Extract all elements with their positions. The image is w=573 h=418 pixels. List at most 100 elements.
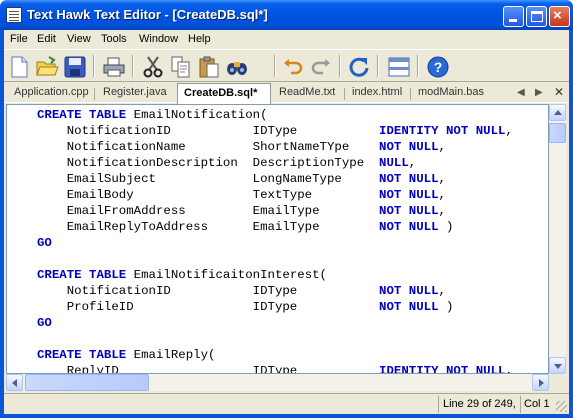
- code-keyword: NOT NULL: [379, 220, 439, 234]
- minimize-button[interactable]: [503, 6, 524, 27]
- tab-register-java[interactable]: Register.java: [103, 86, 167, 103]
- arrow-right-icon: [539, 379, 544, 387]
- app-icon[interactable]: [6, 7, 22, 23]
- close-icon: ×: [553, 7, 562, 24]
- code-text: NotificationID IDType: [37, 284, 380, 298]
- help-button[interactable]: ?: [425, 54, 451, 79]
- toolbar-separator: [93, 55, 95, 77]
- split-view-button[interactable]: [386, 54, 412, 79]
- code-text: ReplyID IDType: [37, 364, 380, 374]
- tab-readme-txt[interactable]: ReadMe.txt: [279, 86, 335, 103]
- resize-grip-icon[interactable]: [556, 401, 567, 412]
- code-editor[interactable]: CREATE TABLE EmailNotification( Notifica…: [6, 104, 549, 374]
- svg-text:?: ?: [434, 59, 443, 75]
- undo-icon: [284, 59, 303, 75]
- maximize-icon: [531, 11, 543, 22]
- scroll-left-button[interactable]: [6, 374, 23, 391]
- menu-file[interactable]: File: [10, 33, 28, 45]
- code-keyword: NOT NULL: [379, 204, 439, 218]
- menu-help[interactable]: Help: [188, 33, 211, 45]
- code-keyword: NULL: [379, 156, 409, 170]
- tab-scroll-right-icon[interactable]: ▶: [535, 87, 543, 98]
- menu-edit[interactable]: Edit: [37, 33, 56, 45]
- code-text: EmailBody TextType: [37, 188, 380, 202]
- code-line: GO: [37, 235, 52, 251]
- vertical-scroll-thumb[interactable]: [549, 123, 566, 143]
- redo-icon: [311, 59, 330, 75]
- paste-button[interactable]: [196, 54, 222, 79]
- horizontal-scrollbar[interactable]: [6, 374, 549, 391]
- code-line: ReplyID IDType IDENTITY NOT NULL,: [37, 363, 513, 374]
- scroll-up-button[interactable]: [549, 104, 566, 121]
- code-line: NotificationDescription DescriptionType …: [37, 155, 417, 171]
- tab-application-cpp[interactable]: Application.cpp: [14, 86, 89, 103]
- window-title: Text Hawk Text Editor - [CreateDB.sql*]: [27, 7, 268, 22]
- scroll-right-button[interactable]: [532, 374, 549, 391]
- status-pane-position: Line 29 of 249,: [438, 396, 520, 413]
- tab-divider: [344, 88, 345, 100]
- code-keyword: NOT NULL: [379, 188, 439, 202]
- refresh-button[interactable]: [346, 54, 372, 79]
- code-keyword: NOT NULL: [379, 284, 439, 298]
- code-text: EmailFromAddress EmailType: [37, 204, 380, 218]
- undo-button[interactable]: [280, 54, 306, 79]
- scroll-down-button[interactable]: [549, 357, 566, 374]
- code-text: EmailNotificaitonInterest(: [126, 268, 327, 282]
- tab-modmain-bas[interactable]: modMain.bas: [418, 86, 484, 103]
- code-text: NotificationDescription DescriptionType: [37, 156, 380, 170]
- refresh-icon: [349, 57, 369, 77]
- menu-tools[interactable]: Tools: [101, 33, 127, 45]
- tab-index-html[interactable]: index.html: [352, 86, 402, 103]
- code-keyword: NOT NULL: [379, 300, 439, 314]
- find-button[interactable]: [224, 54, 250, 79]
- maximize-button[interactable]: [526, 6, 547, 27]
- vertical-scrollbar[interactable]: [549, 104, 566, 374]
- code-text: ,: [505, 124, 513, 138]
- code-keyword: NOT NULL: [379, 172, 439, 186]
- toolbar-separator: [274, 55, 276, 77]
- horizontal-scroll-thumb[interactable]: [25, 374, 149, 391]
- menu-window[interactable]: Window: [139, 33, 178, 45]
- minimize-icon: [509, 19, 517, 22]
- code-text: ,: [438, 204, 446, 218]
- tab-scroll-left-icon[interactable]: ◀: [517, 87, 525, 98]
- help-icon: ?: [427, 56, 449, 78]
- copy-button[interactable]: [168, 54, 194, 79]
- toolbar-separator: [377, 55, 379, 77]
- code-text: EmailSubject LongNameType: [37, 172, 380, 186]
- code-keyword: NOT NULL: [379, 140, 439, 154]
- title-bar[interactable]: Text Hawk Text Editor - [CreateDB.sql*] …: [0, 0, 573, 30]
- code-line: EmailFromAddress EmailType NOT NULL,: [37, 203, 446, 219]
- save-button[interactable]: [62, 54, 88, 79]
- code-keyword: CREATE TABLE: [37, 108, 127, 122]
- status-pane-column: Col 1: [520, 396, 556, 413]
- arrow-down-icon: [554, 364, 562, 369]
- close-button[interactable]: ×: [549, 6, 570, 27]
- tab-createdb-sql[interactable]: CreateDB.sql*: [177, 83, 271, 104]
- toolbar-separator: [339, 55, 341, 77]
- menu-view[interactable]: View: [67, 33, 91, 45]
- printer-icon: [103, 57, 125, 77]
- scissors-icon: [143, 56, 163, 78]
- code-line: NotificationID IDType IDENTITY NOT NULL,: [37, 123, 513, 139]
- open-folder-button[interactable]: [34, 54, 60, 79]
- tab-divider: [410, 88, 411, 100]
- arrow-left-icon: [12, 379, 17, 387]
- new-file-button[interactable]: [6, 54, 32, 79]
- tab-divider: [94, 88, 95, 100]
- open-folder-icon: [36, 56, 59, 76]
- arrow-up-icon: [554, 110, 562, 115]
- code-keyword: GO: [37, 236, 52, 250]
- code-text: ,: [438, 140, 446, 154]
- menu-bar: File Edit View Tools Window Help: [4, 30, 569, 49]
- code-text: ,: [505, 364, 513, 374]
- toolbar-separator: [417, 55, 419, 77]
- redo-button[interactable]: [308, 54, 334, 79]
- close-tab-icon[interactable]: ✕: [554, 85, 564, 99]
- new-file-icon: [11, 56, 28, 78]
- code-line: GO: [37, 315, 52, 331]
- print-button[interactable]: [101, 54, 127, 79]
- status-bar: Line 29 of 249, Col 1: [4, 393, 569, 414]
- code-line: NotificationID IDType NOT NULL,: [37, 283, 446, 299]
- cut-button[interactable]: [140, 54, 166, 79]
